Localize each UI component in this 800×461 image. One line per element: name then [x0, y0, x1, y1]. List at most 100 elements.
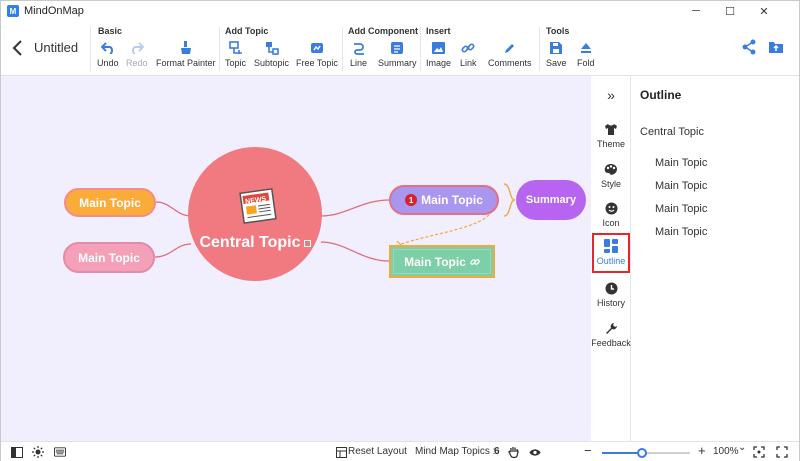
main-topic-right-1[interactable]: 1 Main Topic	[389, 185, 499, 215]
sidebar-item-outline[interactable]: Outline	[592, 233, 630, 273]
save-label: Save	[546, 58, 567, 68]
sidebar-item-icon[interactable]: Icon	[592, 197, 630, 235]
format-painter-label: Format Painter	[156, 58, 216, 68]
outline-panel: Outline Central Topic Main Topic Main To…	[632, 76, 799, 441]
sidebar-toggle-icon[interactable]	[11, 446, 23, 458]
outline-item-main-topic[interactable]: Main Topic	[655, 226, 707, 238]
zoom-in-button[interactable]: +	[698, 443, 706, 458]
main-topic-right-2[interactable]: Main Topic	[389, 245, 495, 278]
fold-label: Fold	[577, 58, 595, 68]
link-icon	[461, 41, 475, 55]
zoom-slider[interactable]	[602, 448, 690, 458]
outline-icon	[604, 239, 618, 253]
link-button[interactable]: Link	[460, 41, 477, 68]
sidebar-item-label: Theme	[596, 139, 625, 149]
chevron-left-icon[interactable]	[11, 39, 25, 57]
topics-count-label: Mind Map Topics :	[415, 446, 496, 457]
comments-button[interactable]: Comments	[488, 41, 532, 68]
line-button[interactable]: Line	[350, 41, 367, 68]
zoom-out-button[interactable]: −	[584, 443, 592, 458]
outline-item-main-topic[interactable]: Main Topic	[655, 203, 707, 215]
export-icon[interactable]	[768, 39, 784, 55]
link-icon[interactable]	[470, 257, 480, 267]
summary-icon	[390, 41, 404, 55]
sidebar-item-feedback[interactable]: Feedback	[591, 317, 631, 355]
brush-icon	[179, 41, 193, 55]
outline-item-main-topic[interactable]: Main Topic	[655, 180, 707, 192]
maximize-button[interactable]: ☐	[715, 1, 745, 21]
side-icon-panel: » Theme Style Icon Outline History Feedb…	[591, 76, 631, 441]
sidebar-item-label: Feedback	[591, 338, 631, 348]
zoom-slider-fill	[602, 452, 642, 454]
sidebar-item-history[interactable]: History	[592, 277, 630, 315]
priority-badge-icon: 1	[405, 194, 418, 206]
minimize-button[interactable]: ─	[681, 1, 711, 21]
sidebar-item-label: Icon	[602, 218, 620, 228]
fullscreen-icon[interactable]	[776, 446, 788, 458]
mind-map-canvas[interactable]: NEWS Central Topic Main Topic Main Topic…	[1, 76, 591, 441]
app-name: MindOnMap	[24, 5, 84, 17]
central-topic-node[interactable]: NEWS Central Topic	[188, 147, 322, 281]
subtopic-button[interactable]: Subtopic	[254, 41, 289, 68]
outline-title: Outline	[640, 88, 682, 102]
central-topic-label: Central Topic	[199, 234, 301, 251]
main-topic-left-2[interactable]: Main Topic	[63, 242, 155, 273]
shirt-icon	[604, 122, 618, 136]
format-painter-button[interactable]: Format Painter	[156, 41, 216, 68]
comments-label: Comments	[488, 58, 532, 68]
zoom-value[interactable]: 100%	[713, 446, 739, 457]
outline-item-central-topic[interactable]: Central Topic	[640, 126, 704, 138]
free-topic-icon	[310, 41, 324, 55]
summary-button[interactable]: Summary	[378, 41, 417, 68]
topic-button[interactable]: Topic	[225, 41, 246, 68]
topic-label: Topic	[225, 58, 247, 68]
toolbar: Untitled Basic Undo Redo Format Painter …	[1, 21, 799, 76]
undo-label: Undo	[97, 58, 119, 68]
summary-node[interactable]: Summary	[516, 180, 586, 220]
topics-count-value: 6	[494, 446, 500, 457]
eye-icon[interactable]	[529, 446, 541, 458]
topic-icon	[228, 41, 243, 55]
sidebar-item-theme[interactable]: Theme	[592, 118, 630, 156]
summary-label: Summary	[378, 58, 417, 68]
save-button[interactable]: Save	[546, 41, 567, 68]
smiley-icon	[604, 201, 618, 215]
theme-sun-icon[interactable]	[32, 446, 44, 458]
hand-pan-icon[interactable]	[508, 446, 520, 458]
close-button[interactable]: ✕	[749, 1, 779, 21]
image-button[interactable]: Image	[426, 41, 451, 68]
redo-button[interactable]: Redo	[126, 41, 148, 68]
reset-layout-button[interactable]: Reset Layout	[348, 446, 407, 457]
zoom-dropdown-icon[interactable]: ⌄	[738, 442, 746, 453]
main-topic-left-1[interactable]: Main Topic	[64, 188, 156, 217]
undo-icon	[100, 41, 115, 55]
subtopic-icon	[265, 41, 279, 55]
collapse-panel-icon[interactable]: »	[602, 88, 620, 102]
zoom-slider-thumb[interactable]	[636, 448, 647, 458]
reset-layout-icon[interactable]	[335, 446, 347, 458]
title-bar: M MindOnMap ─ ☐ ✕	[1, 1, 799, 21]
fold-button[interactable]: Fold	[577, 41, 595, 68]
newspaper-icon: NEWS	[239, 188, 277, 224]
save-icon	[549, 41, 563, 55]
sidebar-item-style[interactable]: Style	[592, 158, 630, 196]
palette-icon	[604, 162, 618, 176]
group-label-add-component: Add Component	[348, 26, 418, 36]
app-logo-icon: M	[7, 5, 19, 17]
undo-button[interactable]: Undo	[97, 41, 119, 68]
fit-screen-icon[interactable]	[753, 446, 765, 458]
group-label-add-topic: Add Topic	[225, 26, 269, 36]
toolbar-divider	[219, 27, 220, 71]
main-topic-right-2-label: Main Topic	[404, 254, 466, 269]
share-icon[interactable]	[741, 39, 757, 55]
free-topic-button[interactable]: Free Topic	[296, 41, 338, 68]
sidebar-item-label: Style	[600, 179, 621, 189]
document-title[interactable]: Untitled	[34, 40, 78, 55]
subtopic-label: Subtopic	[254, 58, 290, 68]
free-topic-label: Free Topic	[296, 58, 338, 68]
group-label-basic: Basic	[98, 26, 123, 36]
image-label: Image	[426, 58, 452, 68]
outline-item-main-topic[interactable]: Main Topic	[655, 157, 707, 169]
wrench-icon	[604, 321, 618, 335]
keyboard-icon[interactable]	[54, 446, 66, 458]
